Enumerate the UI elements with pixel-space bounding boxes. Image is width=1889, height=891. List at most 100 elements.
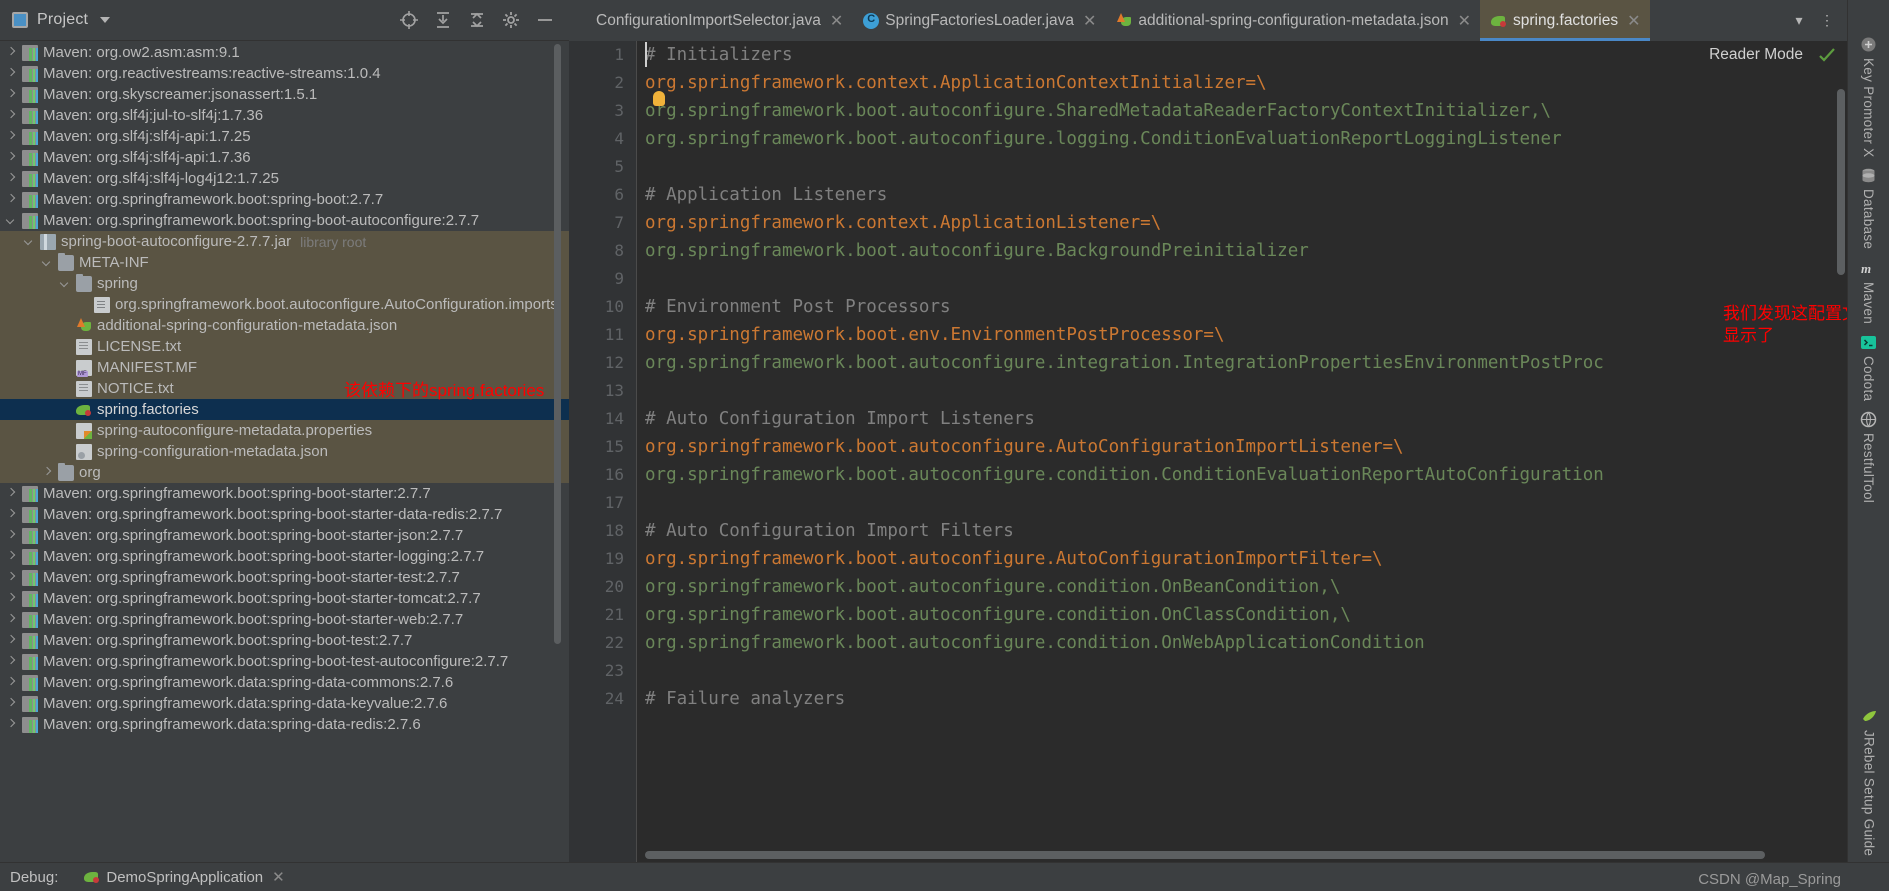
- chevron-right-icon[interactable]: [6, 719, 17, 730]
- tree-row[interactable]: org.springframework.boot.autoconfigure.A…: [0, 294, 569, 315]
- settings-gear-icon[interactable]: [501, 10, 521, 30]
- tree-row[interactable]: Maven: org.springframework.boot:spring-b…: [0, 651, 569, 672]
- editor-tab-bar[interactable]: ConfigurationImportSelector.java✕SpringF…: [569, 0, 1847, 41]
- chevron-right-icon[interactable]: [6, 698, 17, 709]
- code-viewport[interactable]: 1 2 3 4 5 6 7 8 9 10 11 12 13 14 15 16 17 18 19 20 21 22 23 24 …: [569, 41, 1847, 862]
- locate-icon[interactable]: [399, 10, 419, 30]
- rail-item-jrebel-setup-guide[interactable]: JRebel Setup Guide: [1848, 708, 1889, 856]
- tree-row[interactable]: Maven: org.springframework.boot:spring-b…: [0, 630, 569, 651]
- editor-horizontal-scrollbar[interactable]: [645, 851, 1765, 859]
- tree-row[interactable]: spring.factories: [0, 399, 569, 420]
- chevron-down-icon[interactable]: [24, 236, 35, 247]
- project-tree-scrollbar[interactable]: [554, 44, 561, 644]
- code-line: # Auto Configuration Import Listeners: [645, 409, 1035, 429]
- tree-row[interactable]: NOTICE.txt: [0, 378, 569, 399]
- tree-row[interactable]: additional-spring-configuration-metadata…: [0, 315, 569, 336]
- close-icon[interactable]: ✕: [830, 11, 843, 31]
- chevron-down-icon[interactable]: [60, 278, 71, 289]
- chevron-right-icon[interactable]: [6, 152, 17, 163]
- tree-row[interactable]: Maven: org.springframework.boot:spring-b…: [0, 525, 569, 546]
- rail-item-codota[interactable]: Codota: [1860, 334, 1877, 401]
- chevron-right-icon[interactable]: [6, 488, 17, 499]
- debug-run-config[interactable]: DemoSpringApplication ✕: [84, 868, 285, 886]
- rail-item-restfultool[interactable]: RestfulTool: [1860, 411, 1877, 503]
- close-icon[interactable]: ✕: [1627, 11, 1640, 31]
- tree-row[interactable]: Maven: org.springframework.boot:spring-b…: [0, 189, 569, 210]
- chevron-down-icon[interactable]: [6, 215, 17, 226]
- tree-row[interactable]: Maven: org.slf4j:slf4j-api:1.7.25: [0, 126, 569, 147]
- debug-label: Debug:: [10, 868, 59, 886]
- project-tree[interactable]: Maven: org.ow2.asm:asm:9.1 Maven: org.rea…: [0, 41, 569, 862]
- more-vertical-icon[interactable]: ⋮: [1815, 9, 1839, 33]
- editor-tab[interactable]: ConfigurationImportSelector.java ✕: [585, 0, 852, 41]
- chevron-right-icon[interactable]: [6, 551, 17, 562]
- chevron-right-icon[interactable]: [6, 89, 17, 100]
- chevron-right-icon[interactable]: [6, 656, 17, 667]
- code-content[interactable]: # Initializers org.springframework.contex…: [645, 41, 1847, 862]
- reader-mode-label[interactable]: Reader Mode: [1709, 46, 1803, 64]
- right-tool-rail[interactable]: Key Promoter X Database m Maven Codota Restfu…: [1847, 0, 1889, 862]
- chevron-down-icon[interactable]: [100, 17, 111, 23]
- chevron-right-icon[interactable]: [6, 593, 17, 604]
- tree-row[interactable]: Maven: org.slf4j:jul-to-slf4j:1.7.36: [0, 105, 569, 126]
- tree-row[interactable]: spring-boot-autoconfigure-2.7.7.jar libra…: [0, 231, 569, 252]
- green-check-icon[interactable]: [1817, 45, 1837, 65]
- tree-row[interactable]: Maven: org.springframework.boot:spring-b…: [0, 588, 569, 609]
- chevron-right-icon[interactable]: [6, 131, 17, 142]
- editor-tab[interactable]: spring.factories ✕: [1479, 0, 1650, 41]
- tree-row[interactable]: Maven: org.slf4j:slf4j-log4j12:1.7.25: [0, 168, 569, 189]
- tree-row[interactable]: spring: [0, 273, 569, 294]
- chevron-right-icon[interactable]: [6, 47, 17, 58]
- tree-row[interactable]: spring-configuration-metadata.json: [0, 441, 569, 462]
- chevron-right-icon[interactable]: [6, 173, 17, 184]
- chevron-right-icon[interactable]: [6, 110, 17, 121]
- tree-row[interactable]: Maven: org.reactivestreams:reactive-stre…: [0, 63, 569, 84]
- tree-row[interactable]: Maven: org.springframework.boot:spring-b…: [0, 567, 569, 588]
- tree-row[interactable]: MANIFEST.MF: [0, 357, 569, 378]
- close-icon[interactable]: ✕: [1458, 11, 1471, 31]
- chevron-right-icon[interactable]: [42, 467, 53, 478]
- chevron-down-icon[interactable]: ▾: [1787, 9, 1811, 33]
- tree-row[interactable]: Maven: org.springframework.boot:spring-b…: [0, 609, 569, 630]
- tree-row[interactable]: Maven: org.springframework.boot:spring-b…: [0, 210, 569, 231]
- tree-row[interactable]: LICENSE.txt: [0, 336, 569, 357]
- rail-item-label: Database: [1861, 189, 1876, 250]
- rail-item-database[interactable]: Database: [1860, 167, 1877, 250]
- rail-item-maven[interactable]: m Maven: [1860, 260, 1877, 324]
- chevron-right-icon[interactable]: [6, 194, 17, 205]
- tree-row[interactable]: Maven: org.springframework.boot:spring-b…: [0, 546, 569, 567]
- tree-row[interactable]: Maven: org.ow2.asm:asm:9.1: [0, 42, 569, 63]
- txt-file-icon: [76, 338, 92, 355]
- tree-row[interactable]: Maven: org.springframework.boot:spring-b…: [0, 483, 569, 504]
- chevron-down-icon[interactable]: [42, 257, 53, 268]
- rail-item-key-promoter-x[interactable]: Key Promoter X: [1860, 36, 1877, 157]
- chevron-right-icon[interactable]: [6, 68, 17, 79]
- expand-icon[interactable]: [467, 10, 487, 30]
- editor-tab[interactable]: SpringFactoriesLoader.java ✕: [852, 0, 1105, 41]
- editor-vertical-scrollbar[interactable]: [1837, 89, 1845, 275]
- tree-row[interactable]: Maven: org.skyscreamer:jsonassert:1.5.1: [0, 84, 569, 105]
- collapse-all-icon[interactable]: [433, 10, 453, 30]
- close-icon[interactable]: ✕: [1083, 11, 1096, 31]
- tree-row[interactable]: Maven: org.springframework.data:spring-d…: [0, 693, 569, 714]
- hide-panel-icon[interactable]: [535, 10, 555, 30]
- tree-row[interactable]: spring-autoconfigure-metadata.properties: [0, 420, 569, 441]
- chevron-right-icon[interactable]: [6, 509, 17, 520]
- chevron-right-icon[interactable]: [6, 530, 17, 541]
- tree-row[interactable]: Maven: org.springframework.data:spring-d…: [0, 714, 569, 735]
- close-icon[interactable]: ✕: [272, 868, 285, 886]
- code-line: # Application Listeners: [645, 185, 888, 205]
- chevron-right-icon[interactable]: [6, 635, 17, 646]
- tree-row[interactable]: META-INF: [0, 252, 569, 273]
- chevron-right-icon[interactable]: [6, 614, 17, 625]
- tree-row[interactable]: Maven: org.springframework.boot:spring-b…: [0, 504, 569, 525]
- editor-tab[interactable]: additional-spring-configuration-metadata…: [1105, 0, 1480, 41]
- intention-bulb-icon[interactable]: [653, 91, 665, 106]
- tree-row[interactable]: org: [0, 462, 569, 483]
- tree-row[interactable]: Maven: org.springframework.data:spring-d…: [0, 672, 569, 693]
- chevron-right-icon[interactable]: [6, 572, 17, 583]
- tree-row[interactable]: Maven: org.slf4j:slf4j-api:1.7.36: [0, 147, 569, 168]
- chevron-right-icon[interactable]: [6, 677, 17, 688]
